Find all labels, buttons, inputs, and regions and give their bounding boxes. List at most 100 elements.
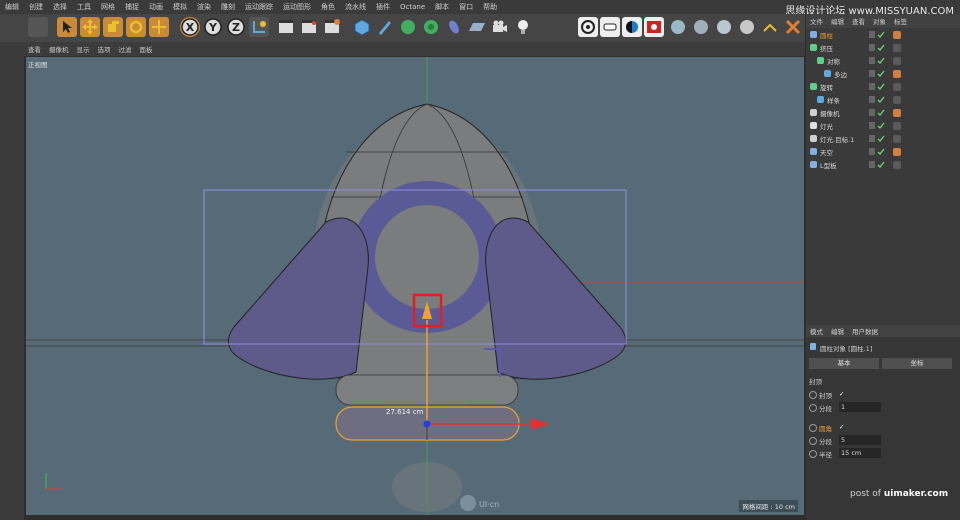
menu-item[interactable]: 选择 — [48, 2, 72, 12]
object-tag-icon[interactable] — [893, 70, 901, 78]
render-picture-viewer-button[interactable] — [299, 17, 319, 37]
object-row[interactable]: 旋转 — [806, 81, 960, 93]
viewport-menu-item[interactable]: 选项 — [94, 44, 115, 54]
material-sphere-4-icon[interactable] — [737, 17, 757, 37]
material-sphere-3-icon[interactable] — [714, 17, 734, 37]
visibility-flags[interactable] — [869, 69, 885, 78]
pen-spline-icon[interactable] — [375, 17, 395, 37]
tab-coordinates[interactable]: 坐标 — [882, 358, 952, 369]
object-row[interactable]: L型板 — [806, 159, 960, 171]
object-row[interactable]: 对称 — [806, 55, 960, 67]
fillet-radius-animate-radio[interactable] — [809, 450, 817, 458]
octane-material-icon[interactable] — [622, 17, 642, 37]
attribute-tab[interactable]: 用户数据 — [848, 326, 882, 336]
fillet-checkbox[interactable]: ✓ — [839, 423, 844, 431]
front-viewport[interactable]: 27.614 cm UI·cn 正视图 网格间距 : 10 cm — [26, 57, 804, 515]
coordinate-system-button[interactable] — [249, 17, 269, 37]
visibility-flags[interactable] — [869, 30, 885, 39]
visibility-flags[interactable] — [869, 134, 885, 143]
visibility-flags[interactable] — [869, 95, 885, 104]
menu-item[interactable]: 流水线 — [340, 2, 371, 12]
menu-item[interactable]: 渲染 — [192, 2, 216, 12]
visibility-flags[interactable] — [869, 121, 885, 130]
object-tag-icon[interactable] — [893, 161, 901, 169]
menu-item[interactable]: 插件 — [371, 2, 395, 12]
menu-item[interactable]: 动画 — [144, 2, 168, 12]
undo-button[interactable] — [28, 17, 48, 37]
object-row[interactable]: 摄像机 — [806, 107, 960, 119]
viewport-menu-item[interactable]: 显示 — [73, 44, 94, 54]
object-row[interactable]: 天空 — [806, 146, 960, 158]
viewport-menu-item[interactable]: 过滤 — [115, 44, 136, 54]
object-row[interactable]: 灯光 — [806, 120, 960, 132]
camera-icon[interactable] — [490, 17, 510, 37]
cap-checkbox[interactable]: ✓ — [839, 390, 844, 398]
visibility-flags[interactable] — [869, 56, 885, 65]
menu-item[interactable]: 网格 — [96, 2, 120, 12]
menu-item[interactable]: Octane — [395, 3, 430, 11]
add-tool-button[interactable] — [149, 17, 169, 37]
x-axis-lock-button[interactable]: X — [180, 17, 200, 37]
object-tag-icon[interactable] — [893, 122, 901, 130]
object-row[interactable]: 样条 — [806, 94, 960, 106]
attribute-tab[interactable]: 模式 — [806, 326, 827, 336]
render-settings-button[interactable] — [322, 17, 342, 37]
y-axis-lock-button[interactable]: Y — [203, 17, 223, 37]
object-tag-icon[interactable] — [893, 57, 901, 65]
menu-item[interactable]: 模拟 — [168, 2, 192, 12]
subdivision-icon[interactable] — [398, 17, 418, 37]
object-manager-menu-item[interactable]: 文件 — [806, 16, 827, 26]
fillet-segments-animate-radio[interactable] — [809, 437, 817, 445]
menu-item[interactable]: 帮助 — [478, 2, 502, 12]
tab-basic[interactable]: 基本 — [809, 358, 879, 369]
object-tag-icon[interactable] — [893, 109, 901, 117]
object-tag-icon[interactable] — [893, 148, 901, 156]
object-row[interactable]: 灯光.目标.1 — [806, 133, 960, 145]
material-sphere-2-icon[interactable] — [691, 17, 711, 37]
object-row[interactable]: 多边 — [806, 68, 960, 80]
visibility-flags[interactable] — [869, 160, 885, 169]
object-tag-icon[interactable] — [893, 96, 901, 104]
light-icon[interactable] — [513, 17, 533, 37]
object-tag-icon[interactable] — [893, 44, 901, 52]
z-move-handle[interactable] — [423, 420, 431, 428]
render-view-button[interactable] — [276, 17, 296, 37]
move-tool-button[interactable] — [80, 17, 100, 37]
viewport-menu-item[interactable]: 面板 — [136, 44, 157, 54]
segments-input[interactable]: 1 — [839, 402, 881, 412]
octane-settings-icon[interactable] — [600, 17, 620, 37]
menu-item[interactable]: 捕捉 — [120, 2, 144, 12]
deformer-icon[interactable] — [444, 17, 464, 37]
fillet-radius-input[interactable]: 15 cm — [839, 448, 881, 458]
floor-icon[interactable] — [467, 17, 487, 37]
menu-item[interactable]: 编辑 — [0, 2, 24, 12]
octane-live-viewer-icon[interactable] — [578, 17, 598, 37]
axis-xyz-icon[interactable] — [760, 17, 780, 37]
object-manager-menu-item[interactable]: 编辑 — [827, 16, 848, 26]
object-tag-icon[interactable] — [893, 135, 901, 143]
viewport-menu-item[interactable]: 摄像机 — [45, 44, 73, 54]
menu-item[interactable]: 脚本 — [430, 2, 454, 12]
x-move-handle[interactable] — [531, 418, 550, 430]
attribute-tab[interactable]: 编辑 — [827, 326, 848, 336]
fillet-animate-radio[interactable] — [809, 424, 817, 432]
segments-animate-radio[interactable] — [809, 404, 817, 412]
menu-item[interactable]: 运动图形 — [278, 2, 316, 12]
object-tag-icon[interactable] — [893, 83, 901, 91]
object-row[interactable]: 圆柱 — [806, 29, 960, 41]
object-manager-menu-item[interactable]: 对象 — [869, 16, 890, 26]
object-tag-icon[interactable] — [893, 31, 901, 39]
z-axis-lock-button[interactable]: Z — [226, 17, 246, 37]
menu-item[interactable]: 运动跟踪 — [240, 2, 278, 12]
select-tool-button[interactable] — [57, 17, 77, 37]
fillet-segments-input[interactable]: 5 — [839, 435, 881, 445]
cap-animate-radio[interactable] — [809, 391, 817, 399]
material-sphere-icon[interactable] — [668, 17, 688, 37]
menu-item[interactable]: 角色 — [316, 2, 340, 12]
rotate-tool-button[interactable] — [126, 17, 146, 37]
array-icon[interactable] — [421, 17, 441, 37]
octane-render-icon[interactable] — [644, 17, 664, 37]
object-manager-menu-item[interactable]: 标签 — [890, 16, 911, 26]
menu-item[interactable]: 工具 — [72, 2, 96, 12]
menu-item[interactable]: 雕刻 — [216, 2, 240, 12]
